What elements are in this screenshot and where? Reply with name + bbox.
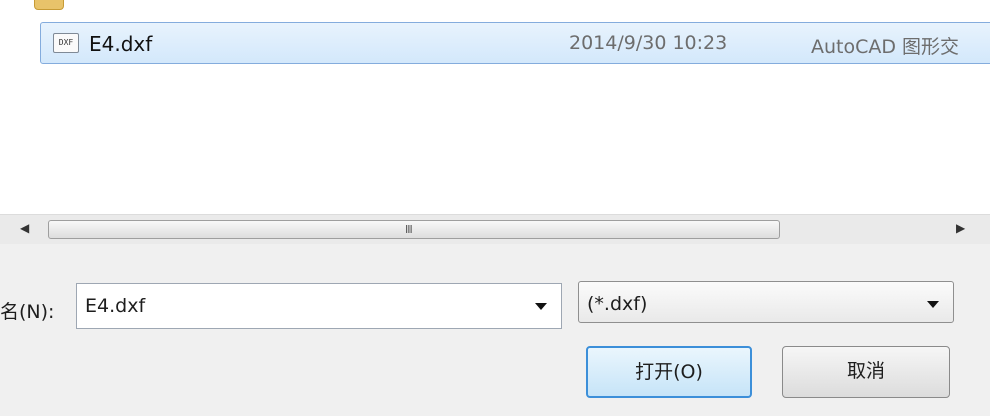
scroll-left-arrow-icon[interactable]: ◀ (20, 221, 29, 235)
horizontal-scrollbar[interactable]: ◀ III ▶ (0, 214, 990, 244)
file-type: AutoCAD 图形交 (811, 36, 960, 58)
open-button[interactable]: 打开(O) (586, 346, 752, 398)
file-row-selected[interactable]: DXF E4.dxf 2014/9/30 10:23 AutoCAD 图形交 (40, 22, 990, 64)
file-list[interactable]: DXF E4.dxf 2014/9/30 10:23 AutoCAD 图形交 (0, 0, 990, 214)
scrollbar-grip-icon: III (405, 223, 413, 236)
file-name: E4.dxf (89, 32, 153, 56)
filetype-select[interactable]: (*.dxf) (578, 281, 954, 323)
filename-combobox[interactable]: E4.dxf (76, 283, 562, 329)
folder-icon (34, 0, 64, 10)
scroll-right-arrow-icon[interactable]: ▶ (956, 221, 965, 235)
filename-input[interactable]: E4.dxf (85, 295, 145, 317)
scrollbar-thumb[interactable]: III (48, 220, 780, 239)
cancel-button[interactable]: 取消 (782, 346, 950, 398)
dxf-file-icon: DXF (53, 33, 79, 53)
filetype-value: (*.dxf) (587, 293, 648, 315)
chevron-down-icon[interactable] (927, 301, 939, 308)
chevron-down-icon[interactable] (535, 303, 547, 310)
file-modified-date: 2014/9/30 10:23 (569, 32, 728, 54)
filename-label: 名(N): (0, 301, 55, 323)
